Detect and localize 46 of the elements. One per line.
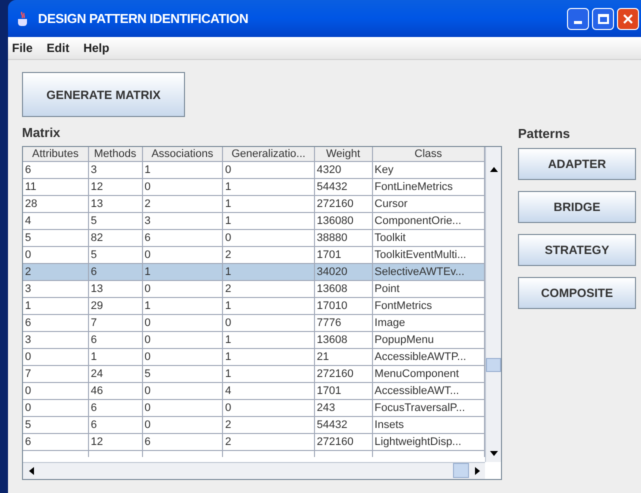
pattern-button[interactable]: COMPOSITE xyxy=(518,276,636,308)
scroll-thumb[interactable] xyxy=(453,463,469,478)
pattern-button[interactable]: BRIDGE xyxy=(518,190,636,222)
close-icon xyxy=(622,12,634,24)
table-row[interactable]: 6 3 1 0 4320 Key xyxy=(23,162,486,178)
generate-matrix-button[interactable]: GENERATE MATRIX xyxy=(22,72,185,117)
table-row[interactable]: 7 24 5 1 272160 MenuComponent xyxy=(23,366,486,382)
table-row[interactable]: 1 29 1 1 17010 FontMetrics xyxy=(23,298,486,314)
table-row[interactable]: 0 46 0 4 1701 AccessibleAWT... xyxy=(23,382,486,400)
menu-item[interactable]: Edit xyxy=(46,39,70,57)
patterns-label: Patterns xyxy=(518,125,572,143)
table-cell: 12 xyxy=(88,434,142,450)
menu-item[interactable]: Help xyxy=(83,39,110,57)
scroll-thumb[interactable] xyxy=(486,358,501,372)
menu-item[interactable]: File xyxy=(12,39,33,57)
pattern-button[interactable]: STRATEGY xyxy=(518,234,636,266)
table-row[interactable]: 3 6 0 1 13608 PopupMenu xyxy=(23,332,486,348)
table-cell: 272160 xyxy=(314,434,373,450)
table-row[interactable]: 6 12 6 2 272160 LightweightDisp... xyxy=(23,434,486,450)
pattern-button[interactable]: ADAPTER xyxy=(518,148,636,180)
table-row[interactable]: 11 12 0 1 54432 FontLineMetrics xyxy=(23,178,486,196)
table-cell: 6 xyxy=(23,434,89,450)
table-row[interactable]: 28 13 2 1 272160 Cursor xyxy=(23,196,486,212)
maximize-button[interactable] xyxy=(592,8,614,30)
window-title: DESIGN PATTERN IDENTIFICATION xyxy=(38,10,248,28)
table-cell: 6 xyxy=(142,434,224,450)
table-row[interactable]: 5 6 0 2 54432 Insets xyxy=(23,416,486,434)
left-arrow-icon xyxy=(28,466,34,474)
minimize-button[interactable] xyxy=(567,8,589,30)
table-row[interactable]: 0 5 0 2 1701 ToolkitEventMulti... xyxy=(23,246,486,264)
table-cell: 2 xyxy=(223,434,315,450)
table-row[interactable]: 0 1 0 1 21 AccessibleAWTP... xyxy=(23,348,486,366)
matrix-label: Matrix xyxy=(22,124,62,142)
close-button[interactable] xyxy=(617,8,639,30)
table-row[interactable]: 4 5 3 1 136080 ComponentOrie... xyxy=(23,212,486,230)
table-row[interactable]: 5 82 6 0 38880 Toolkit xyxy=(23,230,486,246)
vertical-scrollbar[interactable] xyxy=(485,146,501,462)
table-row[interactable]: 0 6 0 0 243 FocusTraversalP... xyxy=(23,400,486,416)
table-row[interactable]: 6 7 0 0 7776 Image xyxy=(23,314,486,332)
down-arrow-icon xyxy=(490,451,498,456)
up-arrow-icon xyxy=(490,167,498,172)
coffee-cup-icon xyxy=(16,10,30,26)
right-arrow-icon xyxy=(474,466,480,474)
table-row[interactable]: 3 13 0 2 13608 Point xyxy=(23,280,486,298)
table-row[interactable]: 2 6 1 1 34020 SelectiveAWTEv... xyxy=(23,264,486,280)
horizontal-scrollbar[interactable] xyxy=(23,462,485,478)
